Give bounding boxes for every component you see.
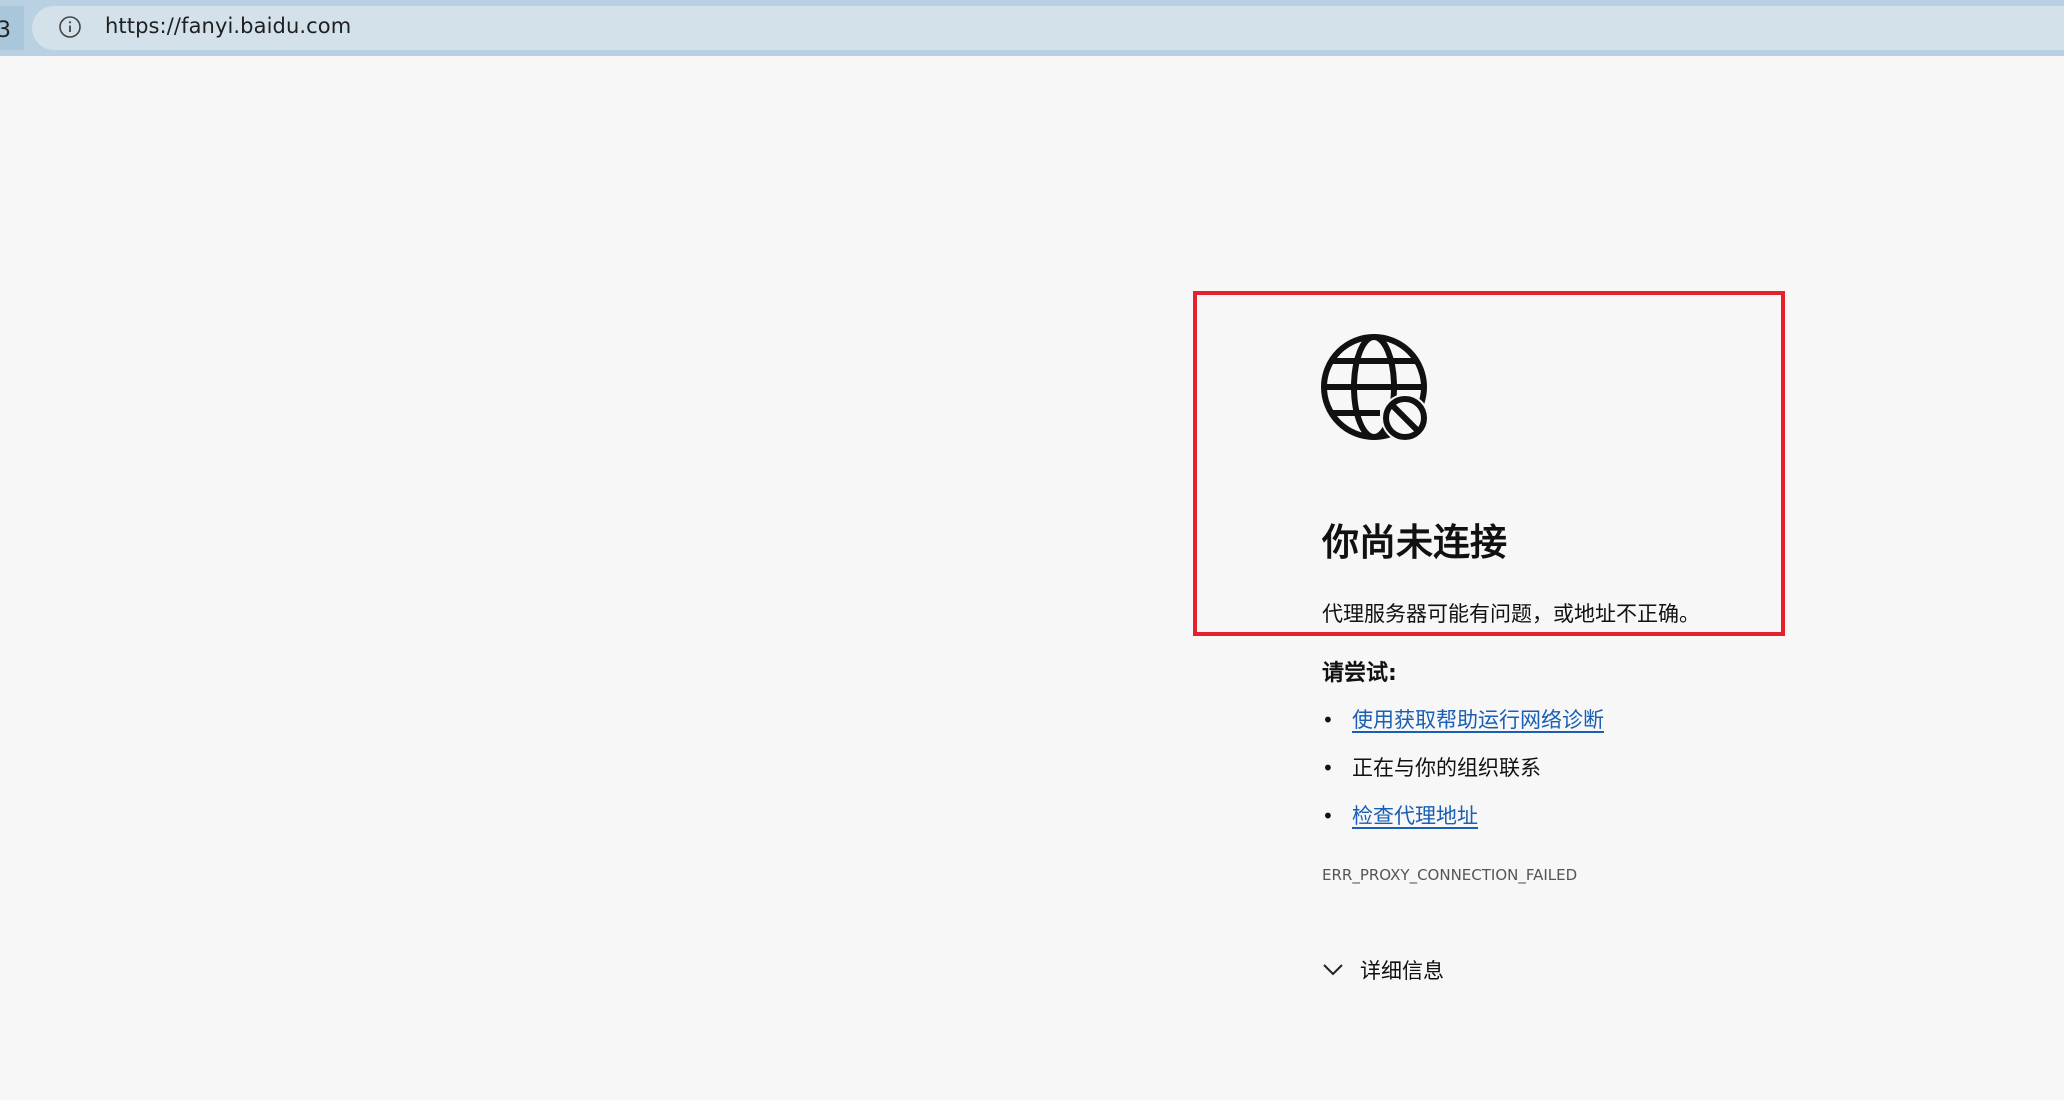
contact-organization-text: 正在与你的组织联系 bbox=[1352, 756, 1541, 780]
bullet: • bbox=[1322, 708, 1334, 732]
list-item: • 检查代理地址 bbox=[1322, 800, 1604, 848]
chevron-down-icon bbox=[1323, 964, 1343, 976]
suggestions-list: • 使用获取帮助运行网络诊断 • 正在与你的组织联系 • 检查代理地址 bbox=[1322, 704, 1604, 848]
annotation-highlight-box bbox=[1193, 291, 1785, 636]
info-circle-icon[interactable] bbox=[58, 15, 82, 39]
details-toggle-button[interactable]: 详细信息 bbox=[1322, 955, 1444, 985]
list-item: • 使用获取帮助运行网络诊断 bbox=[1322, 704, 1604, 752]
tab-edge-glyph: 3 bbox=[0, 18, 11, 43]
globe-blocked-icon bbox=[1321, 334, 1429, 442]
try-heading: 请尝试: bbox=[1322, 661, 1397, 686]
error-title: 你尚未连接 bbox=[1322, 521, 1507, 564]
bullet: • bbox=[1322, 756, 1334, 780]
check-proxy-link[interactable]: 检查代理地址 bbox=[1352, 804, 1478, 828]
error-description: 代理服务器可能有问题，或地址不正确。 bbox=[1322, 602, 1700, 626]
browser-toolbar: 3 https://fanyi.baidu.com bbox=[0, 0, 2064, 56]
error-code: ERR_PROXY_CONNECTION_FAILED bbox=[1322, 866, 1578, 884]
details-label: 详细信息 bbox=[1360, 959, 1444, 983]
url-text[interactable]: https://fanyi.baidu.com bbox=[105, 14, 351, 38]
tab-edge[interactable]: 3 bbox=[0, 6, 24, 50]
bullet: • bbox=[1322, 804, 1334, 828]
network-diagnostics-link[interactable]: 使用获取帮助运行网络诊断 bbox=[1352, 708, 1604, 732]
list-item: • 正在与你的组织联系 bbox=[1322, 752, 1604, 800]
